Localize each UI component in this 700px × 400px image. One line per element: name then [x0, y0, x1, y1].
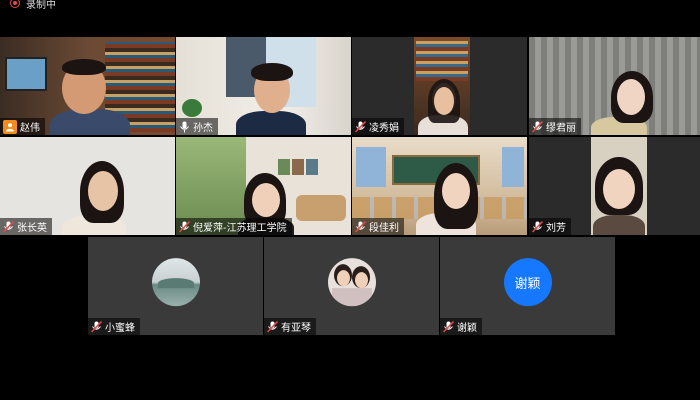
video-tile-4[interactable]: 张长英 [0, 137, 175, 235]
mic-icon [180, 121, 189, 132]
participant-avatar [327, 258, 376, 307]
video-tile-3[interactable]: 缪君丽 [529, 37, 700, 135]
mic-muted-icon [267, 320, 278, 333]
host-icon [3, 119, 17, 134]
plant [182, 99, 202, 117]
recording-label: 录制中 [26, 0, 56, 11]
video-tile-5[interactable]: 倪爱萍-江苏理工学院 [176, 137, 351, 235]
mic-muted-icon [532, 120, 543, 133]
participant-name: 缪君丽 [546, 123, 576, 134]
participant-label: 孙杰 [176, 118, 218, 135]
classroom-window [502, 147, 524, 187]
bookshelf [416, 41, 468, 81]
participant-name: 赵伟 [20, 123, 40, 134]
participant-label: 刘芳 [529, 218, 571, 235]
monitor [5, 57, 47, 91]
participant-name: 倪爱萍-江苏理工学院 [193, 223, 287, 234]
video-tile-7[interactable]: 刘芳 [529, 137, 700, 235]
video-tile-10[interactable]: 谢颖 谢颖 [440, 237, 615, 335]
mic-muted-icon [443, 320, 454, 333]
participant-name: 小蜜蜂 [105, 323, 135, 334]
participant-label: 缪君丽 [529, 118, 581, 135]
participant-label: 赵伟 [0, 118, 45, 135]
picture-frame [278, 159, 290, 175]
participant-avatar: 谢颖 [503, 258, 552, 307]
participant-name: 张长英 [17, 223, 47, 234]
participant-label: 小蜜蜂 [88, 318, 140, 335]
mic-muted-icon [179, 220, 190, 233]
picture-frame [306, 159, 318, 175]
participant-label: 倪爱萍-江苏理工学院 [176, 218, 292, 235]
participant-name: 有亚琴 [281, 323, 311, 334]
mic-muted-icon [3, 220, 14, 233]
participant-avatar [151, 258, 200, 307]
mic-muted-icon [355, 220, 366, 233]
participant-name: 谢颖 [457, 323, 477, 334]
mic-muted-icon [532, 220, 543, 233]
recording-indicator: 录制中 [10, 0, 56, 11]
video-tile-9[interactable]: 有亚琴 [264, 237, 439, 335]
participant-name: 刘芳 [546, 223, 566, 234]
participant-label: 张长英 [0, 218, 52, 235]
participant-label: 谢颖 [440, 318, 482, 335]
participant-name: 凌秀娟 [369, 123, 399, 134]
sofa [296, 195, 346, 221]
video-tile-1[interactable]: 孙杰 [176, 37, 351, 135]
participant-label: 有亚琴 [264, 318, 316, 335]
mic-muted-icon [355, 120, 366, 133]
video-tile-2[interactable]: 凌秀娟 [352, 37, 527, 135]
video-tile-8[interactable]: 小蜜蜂 [88, 237, 263, 335]
picture-frame [292, 159, 304, 175]
participant-label: 凌秀娟 [352, 118, 404, 135]
video-tile-6[interactable]: 段佳利 [352, 137, 527, 235]
participant-name: 孙杰 [193, 123, 213, 134]
participant-label: 段佳利 [352, 218, 404, 235]
participant-name: 段佳利 [369, 223, 399, 234]
mic-muted-icon [91, 320, 102, 333]
classroom-window [356, 147, 386, 187]
record-icon [10, 0, 20, 8]
video-tile-0[interactable]: 赵伟 [0, 37, 175, 135]
